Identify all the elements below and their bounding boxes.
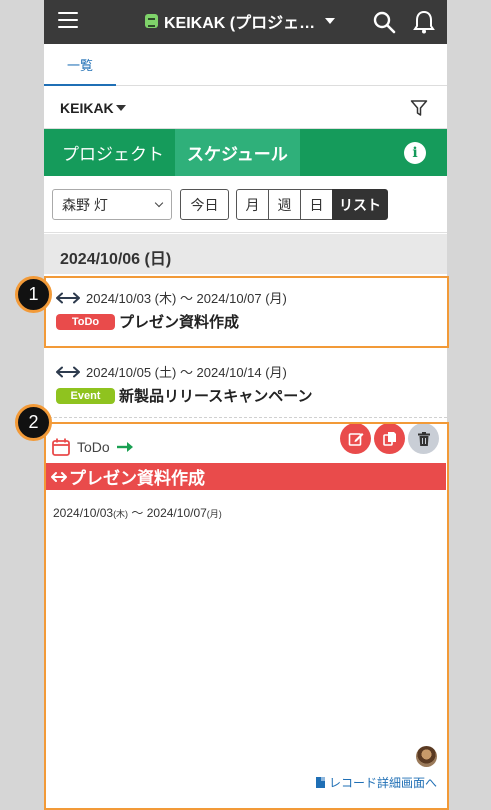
filter-row: 森野 灯 今日 月 週 日 リスト xyxy=(44,176,447,233)
list-view-button[interactable]: リスト xyxy=(332,189,388,220)
app-selector-label: KEIKAK xyxy=(60,100,114,116)
day-view-button[interactable]: 日 xyxy=(300,189,333,220)
date-header: 2024/10/06 (日) xyxy=(44,234,447,274)
view-tabs: 一覧 xyxy=(44,44,447,86)
today-button[interactable]: 今日 xyxy=(180,189,229,220)
filter-icon[interactable] xyxy=(410,99,428,117)
highlight-box xyxy=(44,422,449,810)
hamburger-menu-icon[interactable] xyxy=(58,12,78,30)
top-bar: KEIKAK (プロジェ… xyxy=(44,0,447,44)
tab-schedule[interactable]: スケジュール xyxy=(175,129,300,176)
app-selector[interactable]: KEIKAK xyxy=(60,100,126,116)
search-icon[interactable] xyxy=(372,10,396,34)
item-title: 新製品リリースキャンペーン xyxy=(119,388,313,405)
chevron-down-icon xyxy=(154,198,164,208)
app-title: KEIKAK (プロジェ… xyxy=(164,15,316,32)
week-view-button[interactable]: 週 xyxy=(268,189,301,220)
app-logo-icon xyxy=(145,14,158,28)
month-view-button[interactable]: 月 xyxy=(236,189,269,220)
step-marker: 1 xyxy=(15,276,52,313)
app-selector-row: KEIKAK xyxy=(44,86,447,129)
bell-icon[interactable] xyxy=(412,9,436,35)
category-nav: プロジェクト スケジュール i xyxy=(44,129,447,176)
tab-project[interactable]: プロジェクト xyxy=(44,129,175,176)
chevron-down-icon xyxy=(115,105,126,111)
tab-list-view[interactable]: 一覧 xyxy=(44,44,116,86)
item-date-range: 2024/10/05 (土) ～ 2024/10/14 (月) xyxy=(86,365,287,380)
highlight-box xyxy=(44,276,449,348)
info-icon[interactable]: i xyxy=(404,142,426,164)
list-item[interactable]: 2024/10/05 (土) ～ 2024/10/14 (月) Event 新製… xyxy=(44,352,447,418)
chevron-down-icon xyxy=(325,18,336,24)
app-switcher[interactable]: KEIKAK (プロジェ… xyxy=(145,9,336,33)
status-badge: Event xyxy=(56,387,115,404)
step-marker: 2 xyxy=(15,404,52,441)
user-select[interactable]: 森野 灯 xyxy=(52,189,172,220)
user-select-value: 森野 灯 xyxy=(62,196,108,213)
date-range-arrows-icon xyxy=(56,366,80,377)
